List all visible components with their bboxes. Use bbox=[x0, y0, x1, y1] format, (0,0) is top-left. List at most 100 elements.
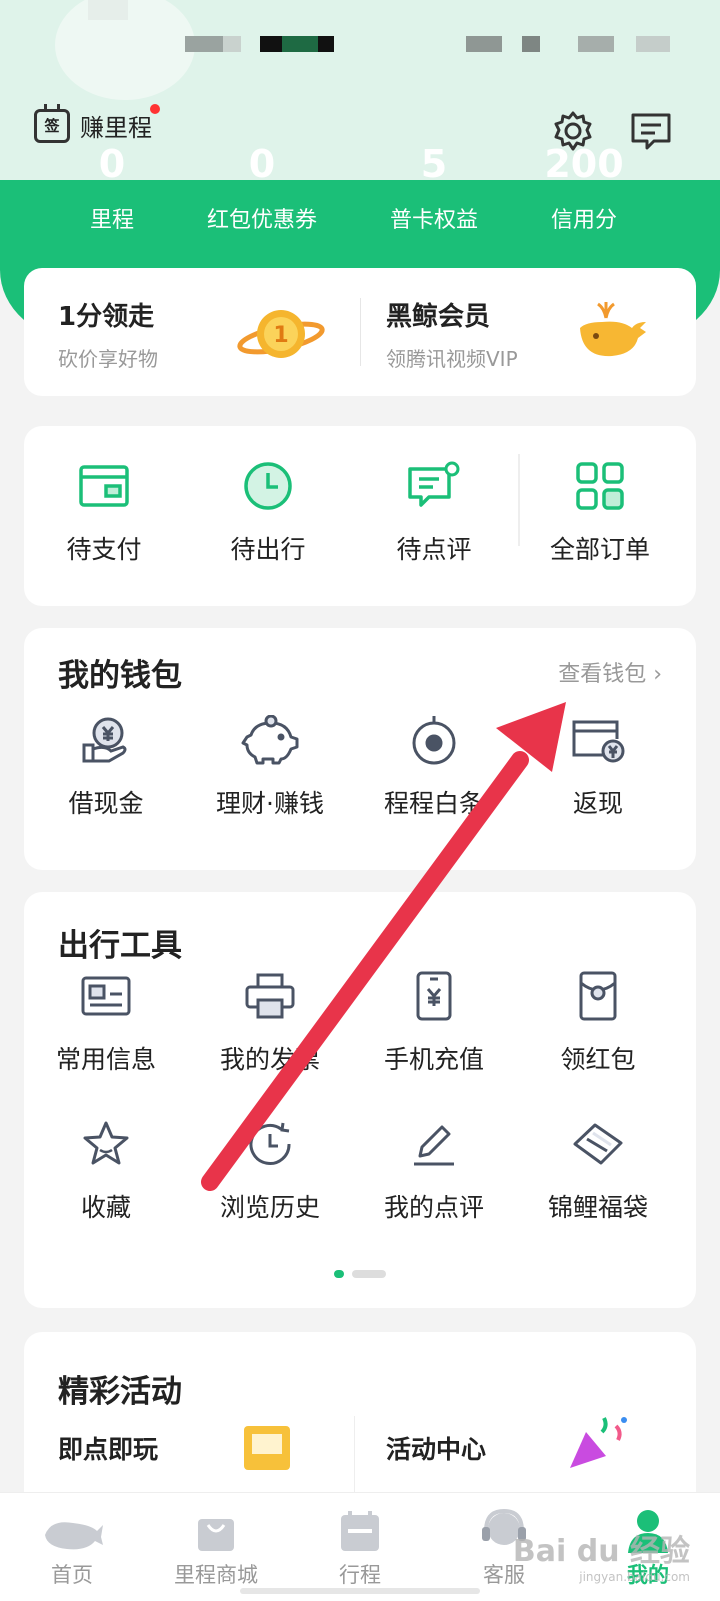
tool-label: 我的发票 bbox=[219, 1045, 320, 1074]
whale-icon bbox=[0, 1493, 144, 1553]
page-dot bbox=[352, 1270, 386, 1278]
stat-value: 0 bbox=[98, 142, 126, 186]
wallet-item-label: 理财·赚钱 bbox=[216, 789, 324, 818]
promo-title: 1分领走 bbox=[58, 302, 155, 332]
phone-yen-icon bbox=[354, 966, 514, 1026]
wallet-item-borrow-cash[interactable]: 借现金 bbox=[26, 710, 186, 820]
events-title: 精彩活动 bbox=[58, 1374, 182, 1410]
page-dot-active bbox=[334, 1270, 344, 1278]
wallet-card: 我的钱包 查看钱包 › 借现金 理财·赚钱 程程白条 返现 bbox=[24, 628, 696, 870]
wallet-item-cashback[interactable]: 返现 bbox=[518, 710, 678, 820]
promo-whale-vip[interactable]: 黑鲸会员 领腾讯视频VIP bbox=[386, 296, 518, 424]
stat-label: 里程 bbox=[89, 208, 134, 233]
wallet-item-label: 借现金 bbox=[68, 789, 144, 818]
home-indicator bbox=[240, 1588, 480, 1594]
coin-planet-icon: 1 bbox=[236, 298, 326, 374]
stat-value: 200 bbox=[544, 142, 624, 186]
party-popper-icon bbox=[564, 1412, 634, 1476]
wallet-item-label: 返现 bbox=[572, 789, 623, 818]
order-pending-travel[interactable]: 待出行 bbox=[188, 456, 348, 566]
stat-value: 5 bbox=[420, 142, 448, 186]
tool-label: 锦鲤福袋 bbox=[547, 1193, 648, 1222]
history-icon bbox=[190, 1114, 350, 1174]
promo-subtitle: 领腾讯视频VIP bbox=[386, 347, 518, 371]
grid-icon bbox=[520, 456, 680, 516]
tool-label: 手机充值 bbox=[383, 1045, 484, 1074]
game-console-icon bbox=[240, 1422, 300, 1476]
tool-browse-history[interactable]: 浏览历史 bbox=[190, 1114, 350, 1224]
wallet-icon bbox=[24, 456, 184, 516]
target-icon bbox=[354, 710, 514, 770]
view-wallet-link[interactable]: 查看钱包 › bbox=[558, 656, 662, 688]
stat-coupons[interactable]: 0 红包优惠券 bbox=[182, 142, 342, 234]
tab-trips[interactable]: 行程 bbox=[288, 1493, 432, 1589]
star-icon bbox=[26, 1114, 186, 1174]
shopping-bag-icon bbox=[144, 1493, 288, 1553]
tab-label: 行程 bbox=[339, 1563, 381, 1587]
order-label: 待支付 bbox=[66, 535, 142, 564]
page-indicator bbox=[334, 1270, 386, 1278]
baidu-jingyan-watermark: Bai du 经验 jingyan.baidu.com bbox=[513, 1526, 690, 1584]
promo-subtitle: 砍价享好物 bbox=[58, 347, 158, 371]
tool-invoice[interactable]: 我的发票 bbox=[190, 966, 350, 1076]
wallet-item-baitiao[interactable]: 程程白条 bbox=[354, 710, 514, 820]
tab-label: 里程商城 bbox=[174, 1563, 258, 1587]
stat-card-benefits[interactable]: 5 普卡权益 bbox=[354, 142, 514, 234]
wallet-item-label: 程程白条 bbox=[383, 789, 484, 818]
stat-label: 普卡权益 bbox=[389, 208, 478, 233]
id-card-icon bbox=[26, 966, 186, 1026]
wallet-title: 我的钱包 bbox=[58, 658, 182, 694]
event-instant-play[interactable]: 即点即玩 bbox=[58, 1430, 158, 1466]
tag-icon bbox=[518, 1114, 678, 1174]
notification-dot bbox=[150, 104, 160, 114]
checkin-calendar-icon: 签 bbox=[34, 103, 70, 143]
tools-title: 出行工具 bbox=[58, 928, 182, 964]
wallet-item-investment[interactable]: 理财·赚钱 bbox=[190, 710, 350, 820]
comment-icon bbox=[354, 456, 514, 516]
tool-label: 领红包 bbox=[560, 1045, 636, 1074]
tool-label: 我的点评 bbox=[383, 1193, 484, 1222]
tool-favorites[interactable]: 收藏 bbox=[26, 1114, 186, 1224]
earn-mileage-button[interactable]: 签 赚里程 bbox=[34, 103, 160, 143]
order-label: 待出行 bbox=[230, 535, 306, 564]
pencil-icon bbox=[354, 1114, 514, 1174]
order-all[interactable]: 全部订单 bbox=[520, 456, 680, 566]
event-activity-center[interactable]: 活动中心 bbox=[386, 1430, 486, 1466]
stat-credit-score[interactable]: 200 信用分 bbox=[504, 142, 664, 234]
stat-mileage[interactable]: 0 里程 bbox=[32, 142, 192, 234]
tool-label: 常用信息 bbox=[55, 1045, 156, 1074]
order-label: 待点评 bbox=[396, 535, 472, 564]
promo-title: 黑鲸会员 bbox=[386, 302, 491, 332]
tool-phone-topup[interactable]: 手机充值 bbox=[354, 966, 514, 1076]
order-pending-review[interactable]: 待点评 bbox=[354, 456, 514, 566]
cash-hand-icon bbox=[26, 710, 186, 770]
promo-card: 1分领走 砍价享好物 1 黑鲸会员 领腾讯视频VIP bbox=[24, 268, 696, 396]
watermark-text: Bai du 经验 bbox=[512, 1534, 690, 1569]
tab-label: 首页 bbox=[51, 1563, 93, 1587]
card-yen-icon bbox=[518, 710, 678, 770]
calendar-icon bbox=[288, 1493, 432, 1553]
watermark-url: jingyan.baidu.com bbox=[579, 1570, 690, 1584]
order-label: 全部订单 bbox=[549, 535, 650, 564]
tool-common-info[interactable]: 常用信息 bbox=[26, 966, 186, 1076]
tool-red-envelope[interactable]: 领红包 bbox=[518, 966, 678, 1076]
red-envelope-icon bbox=[518, 966, 678, 1026]
order-pending-payment[interactable]: 待支付 bbox=[24, 456, 184, 566]
orders-card: 待支付 待出行 待点评 全部订单 bbox=[24, 426, 696, 606]
tool-label: 收藏 bbox=[80, 1193, 131, 1222]
stat-label: 信用分 bbox=[550, 208, 617, 233]
earn-mileage-label: 赚里程 bbox=[80, 114, 152, 142]
promo-bargain[interactable]: 1分领走 砍价享好物 bbox=[58, 296, 158, 424]
tool-my-reviews[interactable]: 我的点评 bbox=[354, 1114, 514, 1224]
tab-mileage-mall[interactable]: 里程商城 bbox=[144, 1493, 288, 1589]
tab-home[interactable]: 首页 bbox=[0, 1493, 144, 1589]
printer-icon bbox=[190, 966, 350, 1026]
stat-value: 0 bbox=[248, 142, 276, 186]
tool-lucky-bag[interactable]: 锦鲤福袋 bbox=[518, 1114, 678, 1224]
events-divider bbox=[354, 1416, 355, 1496]
travel-tools-card: 出行工具 常用信息 我的发票 手机充值 领红包 收藏 浏览历史 我的点评 锦鲤福… bbox=[24, 892, 696, 1308]
stat-label: 红包优惠券 bbox=[206, 208, 317, 233]
clock-icon bbox=[188, 456, 348, 516]
piggy-bank-icon bbox=[190, 710, 350, 770]
whale-icon bbox=[572, 298, 648, 368]
